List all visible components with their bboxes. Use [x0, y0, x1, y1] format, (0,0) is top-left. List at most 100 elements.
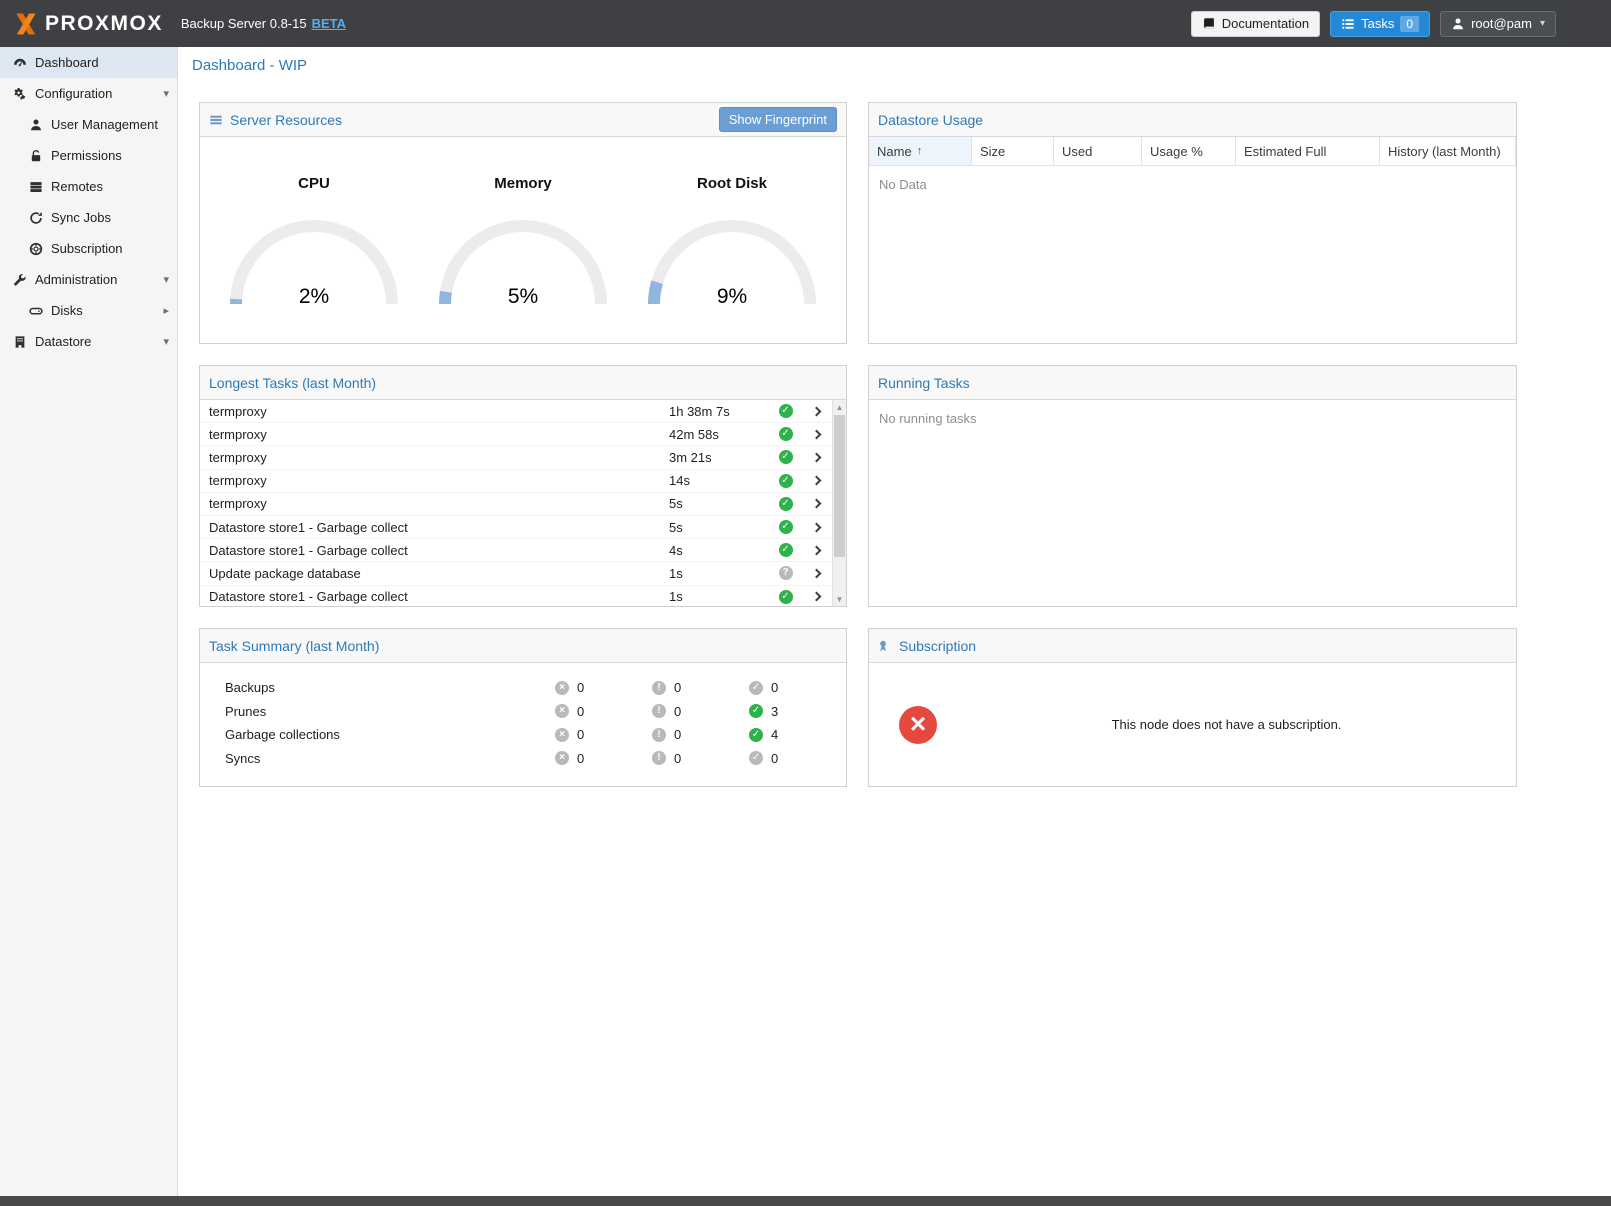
longest-tasks-header: Longest Tasks (last Month) [200, 366, 846, 400]
server-resources-title: Server Resources [230, 112, 342, 128]
chevron-down-icon[interactable]: ▾ [163, 335, 169, 348]
chevron-right-icon [812, 592, 822, 602]
summary-row-garbage-collections: Garbage collections×0!0✓4 [200, 723, 846, 747]
scroll-down-icon[interactable]: ▼ [833, 592, 846, 606]
task-row[interactable]: Datastore store1 - Garbage collect4s✓ [200, 539, 831, 562]
column-header-history-last-month[interactable]: History (last Month) [1380, 137, 1516, 165]
task-row[interactable]: termproxy1h 38m 7s✓ [200, 400, 831, 423]
ok-count-icon: ✓ [749, 681, 763, 695]
tasks-button[interactable]: Tasks 0 [1330, 11, 1430, 37]
book-icon [1202, 17, 1216, 31]
task-row[interactable]: Datastore store1 - Garbage collect5s✓ [200, 516, 831, 539]
user-menu-button[interactable]: root@pam ▾ [1440, 11, 1556, 37]
server-resources-body: CPU2%Memory5%Root Disk9% [200, 137, 846, 343]
status-ok-icon: ✓ [779, 404, 793, 418]
proxmox-x-icon [12, 10, 40, 38]
datastore-grid-header: Name↑SizeUsedUsage %Estimated FullHistor… [869, 137, 1516, 166]
content-grid: Server Resources Show Fingerprint CPU2%M… [178, 83, 1611, 817]
open-task-button[interactable] [802, 500, 831, 507]
gauge-cpu: CPU2% [219, 175, 409, 313]
sidebar-item-sync-jobs[interactable]: Sync Jobs [0, 202, 177, 233]
warning-count-icon: ! [652, 681, 666, 695]
cogs-icon [11, 87, 28, 101]
status-ok-icon: ✓ [779, 520, 793, 534]
sidebar-item-administration[interactable]: Administration▾ [0, 264, 177, 295]
open-task-button[interactable] [802, 454, 831, 461]
ok-count: 0 [771, 751, 778, 766]
sidebar-item-configuration[interactable]: Configuration▾ [0, 78, 177, 109]
sidebar-item-datastore[interactable]: Datastore▾ [0, 326, 177, 357]
documentation-button[interactable]: Documentation [1191, 11, 1320, 37]
gauge-arc: 2% [222, 206, 406, 310]
life-ring-icon [27, 242, 44, 256]
error-count-icon: × [555, 751, 569, 765]
task-summary-title: Task Summary (last Month) [209, 638, 379, 654]
open-task-button[interactable] [802, 593, 831, 600]
task-row[interactable]: termproxy3m 21s✓ [200, 446, 831, 469]
svg-text:9%: 9% [717, 285, 747, 308]
warning-count-icon: ! [652, 751, 666, 765]
chevron-right-icon [812, 476, 822, 486]
chevron-right-icon [812, 429, 822, 439]
status-ok-icon: ✓ [779, 450, 793, 464]
subscription-panel: Subscription × This node does not have a… [868, 628, 1517, 787]
open-task-button[interactable] [802, 547, 831, 554]
sidebar-item-disks[interactable]: Disks▸ [0, 295, 177, 326]
user-icon [1451, 17, 1465, 31]
show-fingerprint-button[interactable]: Show Fingerprint [719, 107, 837, 132]
warning-count: 0 [674, 704, 681, 719]
task-duration: 1h 38m 7s [669, 404, 769, 419]
gauge-arc: 9% [640, 206, 824, 310]
open-task-button[interactable] [802, 477, 831, 484]
status-unknown-icon: ? [779, 566, 793, 580]
summary-label: Garbage collections [200, 727, 555, 742]
task-summary-list: Backups×0!0✓0Prunes×0!0✓3Garbage collect… [200, 663, 846, 770]
task-row[interactable]: termproxy5s✓ [200, 493, 831, 516]
task-row[interactable]: termproxy42m 58s✓ [200, 423, 831, 446]
sidebar-item-remotes[interactable]: Remotes [0, 171, 177, 202]
open-task-button[interactable] [802, 524, 831, 531]
open-task-button[interactable] [802, 570, 831, 577]
column-header-estimated-full[interactable]: Estimated Full [1236, 137, 1380, 165]
no-subscription-icon: × [899, 706, 937, 744]
task-name: Datastore store1 - Garbage collect [209, 520, 669, 535]
longest-tasks-title: Longest Tasks (last Month) [209, 375, 376, 391]
datastore-empty-text: No Data [869, 166, 1516, 203]
warning-count: 0 [674, 727, 681, 742]
status-ok-icon: ✓ [779, 427, 793, 441]
scrollbar[interactable]: ▲ ▼ [832, 400, 846, 606]
chevron-down-icon[interactable]: ▾ [163, 87, 169, 100]
sidebar-item-permissions[interactable]: Permissions [0, 140, 177, 171]
tasks-count-badge: 0 [1400, 16, 1419, 32]
scroll-thumb[interactable] [834, 415, 845, 557]
certificate-icon [878, 639, 892, 653]
chevron-right-icon[interactable]: ▸ [163, 304, 169, 317]
error-count-icon: × [555, 728, 569, 742]
task-row[interactable]: Update package database1s? [200, 562, 831, 585]
sidebar-item-subscription[interactable]: Subscription [0, 233, 177, 264]
subscription-message: This node does not have a subscription. [937, 717, 1516, 732]
beta-link[interactable]: BETA [312, 16, 346, 31]
summary-row-prunes: Prunes×0!0✓3 [200, 700, 846, 724]
summary-label: Prunes [200, 704, 555, 719]
column-header-size[interactable]: Size [972, 137, 1054, 165]
task-row[interactable]: termproxy14s✓ [200, 470, 831, 493]
task-row[interactable]: Datastore store1 - Garbage collect1s✓ [200, 586, 831, 607]
sort-asc-icon: ↑ [917, 145, 923, 157]
open-task-button[interactable] [802, 431, 831, 438]
error-count: 0 [577, 680, 584, 695]
status-ok-icon: ✓ [779, 474, 793, 488]
scroll-up-icon[interactable]: ▲ [833, 400, 846, 414]
open-task-button[interactable] [802, 408, 831, 415]
column-header-usage[interactable]: Usage % [1142, 137, 1236, 165]
column-header-used[interactable]: Used [1054, 137, 1142, 165]
task-name: termproxy [209, 496, 669, 511]
chevron-right-icon [812, 499, 822, 509]
sidebar-item-user-management[interactable]: User Management [0, 109, 177, 140]
column-header-name[interactable]: Name↑ [869, 137, 972, 165]
running-tasks-title: Running Tasks [878, 375, 970, 391]
product-title: Backup Server 0.8-15 [181, 16, 307, 31]
wrench-icon [11, 273, 28, 287]
sidebar-item-dashboard[interactable]: Dashboard [0, 47, 177, 78]
chevron-down-icon[interactable]: ▾ [163, 273, 169, 286]
